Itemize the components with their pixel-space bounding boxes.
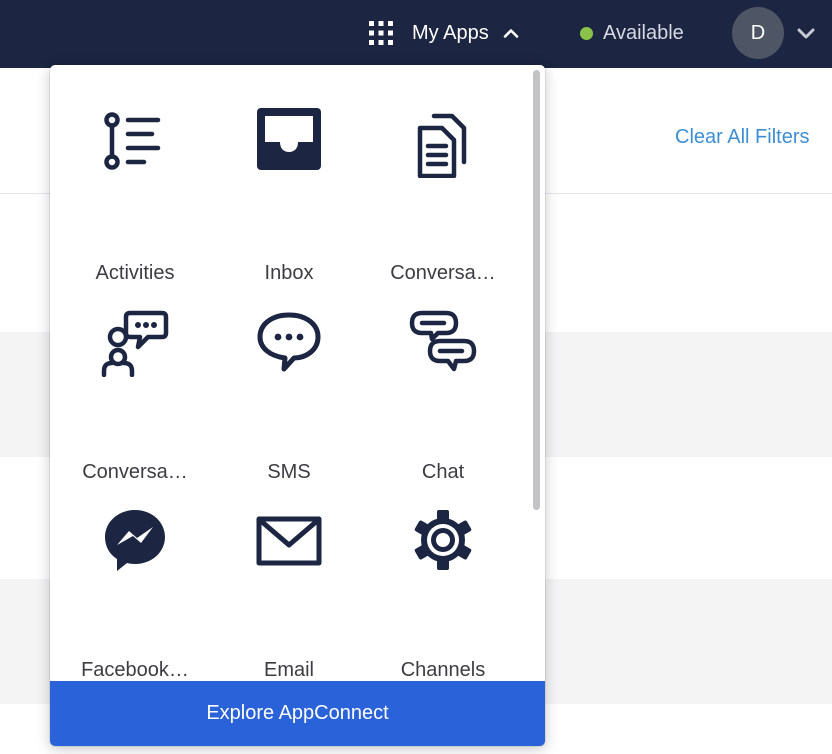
app-tile-chat[interactable]: Chat: [366, 307, 520, 487]
activities-icon: [100, 108, 170, 178]
status-dot-icon: [580, 26, 593, 40]
status-label: Available: [603, 21, 684, 44]
clear-all-filters-link[interactable]: Clear All Filters: [675, 126, 809, 149]
email-icon: [254, 505, 324, 575]
app-label: Facebook…: [81, 659, 189, 681]
app-label: Chat: [421, 461, 465, 483]
explore-appconnect-label: Explore AppConnect: [206, 702, 389, 724]
app-label: Conversa…: [390, 262, 496, 284]
my-apps-label: My Apps: [412, 21, 489, 44]
user-avatar[interactable]: D: [732, 7, 784, 59]
avatar-initial: D: [750, 21, 766, 44]
scrollbar-thumb[interactable]: [533, 70, 540, 510]
explore-appconnect-button[interactable]: Explore AppConnect: [50, 681, 545, 746]
app-label: Channels: [400, 659, 486, 681]
availability-status[interactable]: Available: [580, 16, 684, 50]
messenger-icon: [100, 505, 170, 575]
app-grid-icon: [369, 21, 393, 45]
apps-dropdown-panel: Activities Inbox Conversa… Conversa… SMS…: [50, 65, 545, 746]
gear-icon: [408, 505, 478, 575]
app-tile-conversation-assist[interactable]: Conversa…: [58, 307, 212, 487]
sms-icon: [254, 307, 324, 377]
app-tile-facebook-messenger[interactable]: Facebook…: [58, 505, 212, 685]
chevron-down-icon[interactable]: [796, 27, 816, 40]
app-label: Email: [263, 659, 314, 681]
app-label: Activities: [95, 262, 175, 284]
app-tile-sms[interactable]: SMS: [212, 307, 366, 487]
chevron-up-icon: [503, 29, 519, 38]
app-tile-inbox[interactable]: Inbox: [212, 108, 366, 288]
app-tile-activities[interactable]: Activities: [58, 108, 212, 288]
app-tile-channels[interactable]: Channels: [366, 505, 520, 685]
my-apps-menu-toggle[interactable]: My Apps: [368, 16, 519, 50]
app-tile-conversations[interactable]: Conversa…: [366, 108, 520, 288]
app-label: Inbox: [264, 262, 314, 284]
app-label: SMS: [267, 461, 311, 483]
app-label: Conversa…: [82, 461, 188, 483]
app-tile-email[interactable]: Email: [212, 505, 366, 685]
inbox-icon: [254, 108, 324, 178]
conversation-assist-icon: [100, 307, 170, 377]
top-navigation-bar: My Apps Available D: [0, 0, 832, 68]
conversations-icon: [408, 108, 478, 178]
chat-icon: [408, 307, 478, 377]
